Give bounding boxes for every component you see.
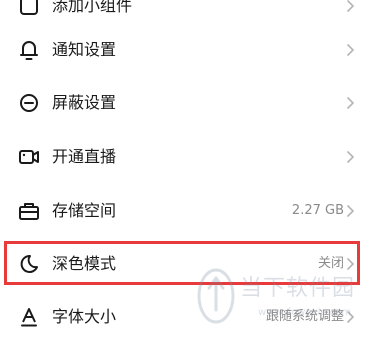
settings-item-block[interactable]: 屏蔽设置: [0, 83, 377, 123]
chevron-right-icon: [346, 310, 355, 324]
widget-icon: [17, 0, 41, 18]
chevron-right-icon: [346, 0, 355, 13]
chevron-right-icon: [346, 257, 355, 271]
bell-icon: [17, 38, 41, 62]
font-size-value: 跟随系统调整: [265, 309, 344, 324]
chevron-right-icon: [346, 43, 355, 57]
storage-size-value: 2.27 GB: [291, 203, 344, 218]
video-camera-icon: [17, 145, 41, 169]
block-icon: [17, 91, 41, 115]
moon-icon: [17, 252, 41, 276]
settings-item-add-widget[interactable]: 添加小组件: [0, 0, 377, 26]
settings-item-label: 添加小组件: [52, 0, 133, 15]
dark-mode-status-value: 关闭: [317, 256, 344, 271]
chevron-right-icon: [346, 150, 355, 164]
settings-item-label: 屏蔽设置: [52, 93, 117, 112]
settings-item-notifications[interactable]: 通知设置: [0, 30, 377, 70]
settings-item-label: 深色模式: [52, 254, 117, 273]
settings-item-label: 字体大小: [52, 307, 117, 326]
storage-icon: [17, 199, 41, 223]
settings-list: 添加小组件 通知设置 屏蔽设置 开通直播 存储空间 2.27 GB 深色模式 关…: [0, 0, 377, 343]
settings-item-dark-mode[interactable]: 深色模式 关闭: [0, 244, 377, 284]
settings-item-live[interactable]: 开通直播: [0, 137, 377, 177]
settings-item-storage[interactable]: 存储空间 2.27 GB: [0, 191, 377, 231]
chevron-right-icon: [346, 204, 355, 218]
settings-item-label: 存储空间: [52, 201, 117, 220]
settings-item-label: 通知设置: [52, 40, 117, 59]
font-icon: [17, 305, 41, 329]
chevron-right-icon: [346, 96, 355, 110]
settings-item-label: 开通直播: [52, 147, 117, 166]
settings-item-font-size[interactable]: 字体大小 跟随系统调整: [0, 297, 377, 337]
